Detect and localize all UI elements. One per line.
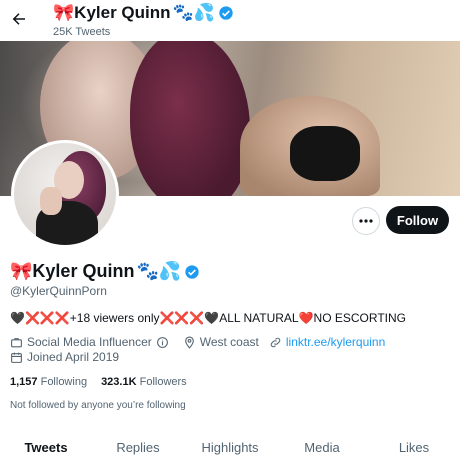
ribbon-emoji: 🎀 bbox=[10, 261, 33, 281]
verified-badge-icon bbox=[219, 6, 233, 20]
tab-media[interactable]: Media bbox=[276, 430, 368, 460]
category-item: Social Media Influencer bbox=[10, 335, 173, 349]
joined-date: Joined April 2019 bbox=[10, 350, 119, 364]
more-options-button[interactable] bbox=[352, 207, 380, 235]
tab-highlights[interactable]: Highlights bbox=[184, 430, 276, 460]
followers-stat[interactable]: 323.1K Followers bbox=[101, 376, 187, 388]
display-name-text: Kyler Quinn bbox=[32, 261, 135, 281]
following-stat[interactable]: 1,157 Following bbox=[10, 376, 87, 388]
follow-stats: 1,157 Following 323.1K Followers bbox=[10, 376, 201, 388]
avatar[interactable] bbox=[11, 140, 119, 248]
link-icon bbox=[270, 337, 281, 347]
website-item[interactable]: linktr.ee/kylerquinn bbox=[269, 335, 385, 349]
tab-replies[interactable]: Replies bbox=[92, 430, 184, 460]
top-bar: 🎀 Kyler Quinn 🐾💦 25K Tweets bbox=[0, 0, 460, 41]
tab-tweets[interactable]: Tweets bbox=[0, 430, 92, 460]
category-text: Social Media Influencer bbox=[27, 335, 152, 349]
header-name-text: Kyler Quinn bbox=[74, 3, 171, 22]
followers-count: 323.1K bbox=[101, 376, 137, 388]
tab-likes[interactable]: Likes bbox=[368, 430, 460, 460]
paw-droplet-emoji: 🐾💦 bbox=[136, 261, 182, 281]
calendar-icon bbox=[11, 352, 22, 363]
following-count: 1,157 bbox=[10, 376, 38, 388]
display-name: 🎀 Kyler Quinn 🐾💦 bbox=[10, 261, 200, 282]
location-text: West coast bbox=[199, 335, 259, 349]
user-handle: @KylerQuinnPorn bbox=[10, 284, 107, 298]
joined-text: Joined April 2019 bbox=[27, 350, 120, 364]
more-dots-icon bbox=[359, 219, 373, 223]
profile-bio: 🖤❌❌❌+18 viewers only❌❌❌🖤ALL NATURAL❤️NO … bbox=[10, 311, 406, 325]
location-item: West coast bbox=[183, 335, 259, 349]
mutual-followers-note: Not followed by anyone you’re following bbox=[10, 400, 186, 411]
info-icon[interactable] bbox=[156, 336, 169, 349]
header-name: 🎀 Kyler Quinn 🐾💦 bbox=[53, 3, 234, 23]
follow-button[interactable]: Follow bbox=[386, 206, 449, 234]
followers-label: Followers bbox=[139, 376, 187, 388]
verified-badge-icon[interactable] bbox=[184, 264, 200, 280]
back-arrow-icon bbox=[12, 13, 25, 25]
profile-tabs: Tweets Replies Highlights Media Likes bbox=[0, 430, 460, 460]
website-link[interactable]: linktr.ee/kylerquinn bbox=[286, 335, 385, 349]
location-pin-icon bbox=[184, 336, 194, 349]
back-button[interactable] bbox=[8, 8, 30, 30]
ribbon-emoji: 🎀 bbox=[53, 3, 75, 22]
briefcase-icon bbox=[11, 337, 22, 347]
profile-meta: Social Media Influencer West coast linkt… bbox=[10, 335, 395, 349]
tweet-count: 25K Tweets bbox=[53, 26, 111, 38]
following-label: Following bbox=[40, 376, 88, 388]
paw-droplet-emoji: 🐾💦 bbox=[172, 3, 215, 22]
